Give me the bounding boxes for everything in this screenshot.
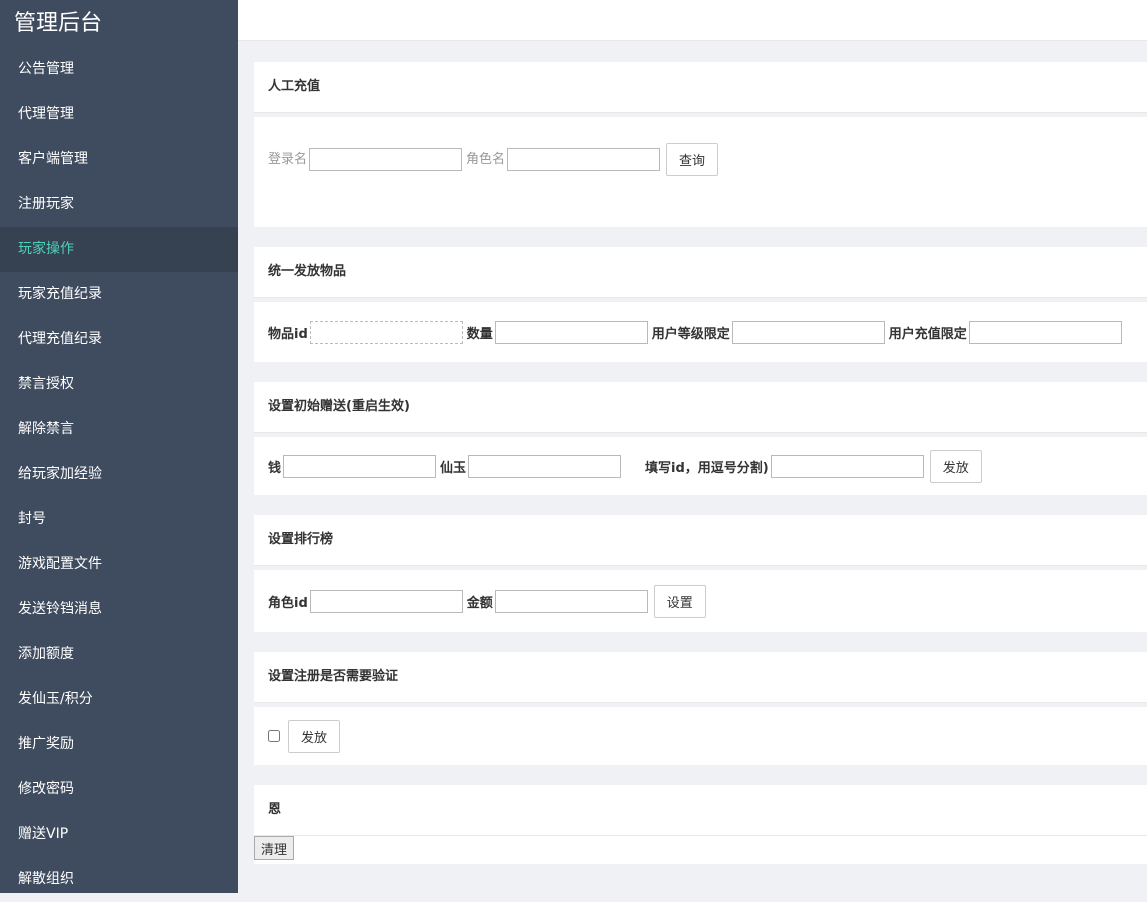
sidebar-item-add-quota[interactable]: 添加额度 — [0, 632, 238, 677]
panel-title: 设置初始赠送(重启生效) — [254, 382, 1147, 433]
sidebar-item-clients[interactable]: 客户端管理 — [0, 137, 238, 182]
initial-send-button[interactable]: 发放 — [929, 449, 982, 483]
sidebar-item-change-password[interactable]: 修改密码 — [0, 767, 238, 812]
panel-title: 恩 — [254, 785, 1147, 836]
sidebar-item-agent-recharge-records[interactable]: 代理充值纪录 — [0, 317, 238, 362]
clear-button[interactable]: 清理 — [254, 836, 295, 860]
sidebar-item-add-exp[interactable]: 给玩家加经验 — [0, 452, 238, 497]
sidebar-item-bell-message[interactable]: 发送铃铛消息 — [0, 587, 238, 632]
user-level-limit-input[interactable] — [731, 320, 885, 344]
sidebar-item-agents[interactable]: 代理管理 — [0, 92, 238, 137]
jade-input[interactable] — [468, 454, 622, 478]
query-button[interactable]: 查询 — [666, 143, 719, 176]
sidebar-item-gift-vip[interactable]: 赠送VIP — [0, 812, 238, 857]
user-recharge-limit-label: 用户充值限定 — [888, 326, 967, 342]
verify-checkbox[interactable] — [268, 730, 280, 742]
sidebar-item-mute-grant[interactable]: 禁言授权 — [0, 362, 238, 407]
sidebar-item-registered-players[interactable]: 注册玩家 — [0, 182, 238, 227]
user-recharge-limit-input[interactable] — [968, 320, 1122, 344]
login-name-input[interactable] — [309, 148, 463, 171]
sidebar-item-unmute[interactable]: 解除禁言 — [0, 407, 238, 452]
sidebar-item-player-operations[interactable]: 玩家操作 — [0, 227, 238, 272]
jade-label: 仙玉 — [440, 460, 467, 476]
count-input[interactable] — [494, 320, 648, 344]
main-content: 人工充值 登录名 角色名 查询 统一发放物品 物品id 数量 用户等级限定 用户… — [254, 62, 1147, 864]
role-name-input[interactable] — [507, 148, 661, 171]
role-name-label: 角色名 — [466, 152, 506, 167]
panel-misc: 恩 清理 — [254, 785, 1147, 864]
panel-item-distribution: 统一发放物品 物品id 数量 用户等级限定 用户充值限定 — [254, 247, 1147, 362]
panel-manual-recharge: 人工充值 登录名 角色名 查询 — [254, 62, 1147, 227]
panel-title: 设置排行榜 — [254, 515, 1147, 566]
item-id-input[interactable] — [309, 320, 463, 344]
amount-label: 金额 — [466, 595, 493, 611]
panel-title: 人工充值 — [254, 62, 1147, 113]
sidebar-nav: 公告管理 代理管理 客户端管理 注册玩家 玩家操作 玩家充值纪录 代理充值纪录 … — [0, 48, 238, 902]
sidebar-item-send-jade[interactable]: 发仙玉/积分 — [0, 677, 238, 722]
sidebar-item-ban[interactable]: 封号 — [0, 497, 238, 542]
app-title: 管理后台 — [14, 11, 103, 36]
panel-initial-gift: 设置初始赠送(重启生效) 钱 仙玉 填写id，用逗号分割) 发放 — [254, 382, 1147, 495]
panel-registration-verify: 设置注册是否需要验证 发放 — [254, 652, 1147, 765]
money-input[interactable] — [283, 454, 437, 478]
role-id-input[interactable] — [309, 589, 463, 613]
sidebar: 管理后台 公告管理 代理管理 客户端管理 注册玩家 玩家操作 玩家充值纪录 代理… — [0, 0, 238, 893]
panel-title: 设置注册是否需要验证 — [254, 652, 1147, 703]
money-label: 钱 — [268, 460, 282, 476]
sidebar-item-player-recharge-records[interactable]: 玩家充值纪录 — [0, 272, 238, 317]
id-list-input[interactable] — [770, 454, 924, 478]
item-id-label: 物品id — [268, 326, 308, 342]
user-level-limit-label: 用户等级限定 — [651, 326, 730, 342]
role-id-label: 角色id — [268, 595, 308, 611]
login-name-label: 登录名 — [268, 152, 308, 167]
sidebar-item-promo-reward[interactable]: 推广奖励 — [0, 722, 238, 767]
top-bar — [238, 0, 1147, 41]
panel-leaderboard: 设置排行榜 角色id 金额 设置 — [254, 515, 1147, 632]
verify-send-button[interactable]: 发放 — [288, 719, 341, 753]
sidebar-item-game-config[interactable]: 游戏配置文件 — [0, 542, 238, 587]
sidebar-item-dissolve-org[interactable]: 解散组织 — [0, 857, 238, 902]
amount-input[interactable] — [494, 589, 648, 613]
set-button[interactable]: 设置 — [653, 584, 706, 618]
panel-title: 统一发放物品 — [254, 247, 1147, 298]
sidebar-item-announcements[interactable]: 公告管理 — [0, 48, 238, 92]
id-hint-label: 填写id，用逗号分割) — [645, 460, 769, 476]
count-label: 数量 — [466, 326, 493, 342]
